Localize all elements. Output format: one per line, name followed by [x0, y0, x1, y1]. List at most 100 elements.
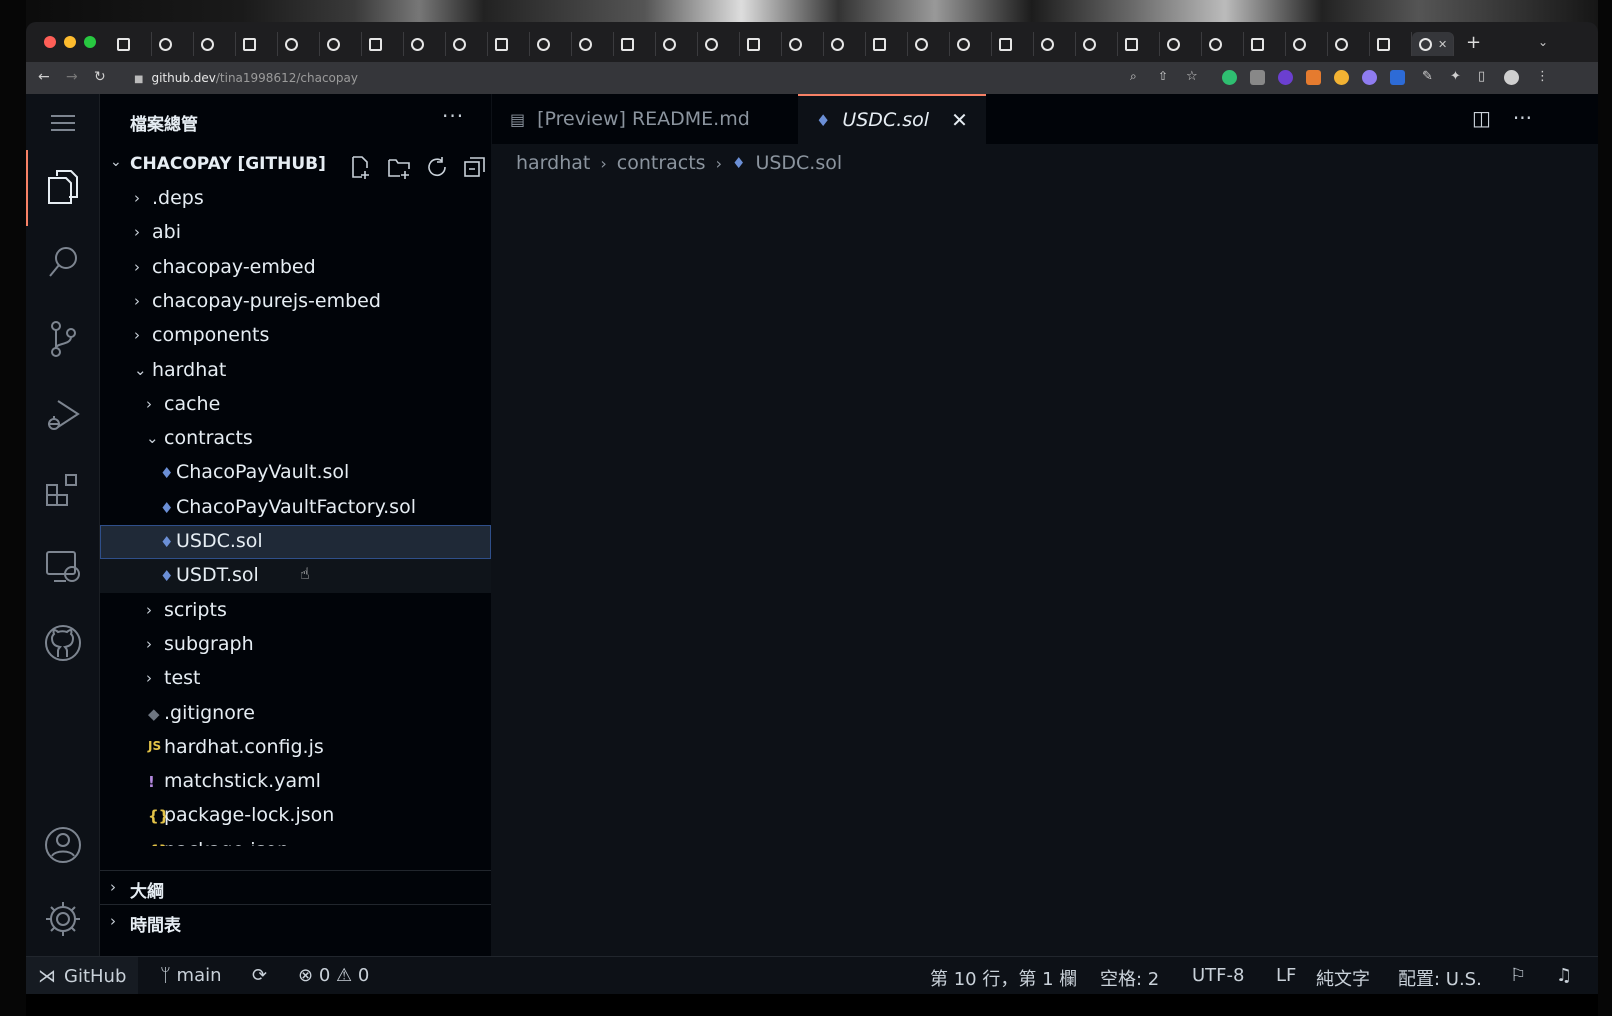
github-icon[interactable]: [26, 614, 100, 672]
outline-section[interactable]: › 大綱: [100, 870, 491, 904]
remote-explorer-icon[interactable]: [26, 538, 100, 596]
close-tab-icon[interactable]: ✕: [951, 108, 968, 132]
breadcrumb-usdc[interactable]: USDC.sol: [755, 152, 842, 174]
breadcrumb-contracts[interactable]: contracts: [617, 152, 706, 174]
browser-tab[interactable]: [1370, 32, 1412, 56]
cursor-position[interactable]: 第 10 行，第 1 欄: [930, 965, 1077, 991]
browser-tab[interactable]: [152, 32, 194, 56]
browser-tab[interactable]: [782, 32, 824, 56]
timeline-section[interactable]: › 時間表: [100, 904, 491, 938]
browser-tab[interactable]: [488, 32, 530, 56]
editor-more-actions-icon[interactable]: ···: [1513, 106, 1532, 130]
extension-camera-icon[interactable]: [1250, 70, 1265, 85]
extensions-puzzle-icon[interactable]: ✦: [1450, 69, 1461, 84]
new-folder-icon[interactable]: [386, 154, 412, 180]
tree-file[interactable]: JS hardhat.config.js: [100, 731, 491, 765]
run-debug-icon[interactable]: [26, 386, 100, 444]
settings-gear-icon[interactable]: [26, 890, 100, 948]
side-panel-icon[interactable]: ▯: [1478, 69, 1485, 84]
keyboard-layout[interactable]: 配置: U.S.: [1398, 965, 1482, 991]
browser-menu-icon[interactable]: ⋮: [1536, 69, 1549, 84]
tree-file[interactable]: {} package-lock.json: [100, 799, 491, 833]
tab-search-icon[interactable]: ⌄: [1538, 35, 1548, 49]
line-ending[interactable]: LF: [1276, 965, 1296, 986]
browser-tab[interactable]: [698, 32, 740, 56]
extension-purple-icon[interactable]: [1278, 70, 1293, 85]
browser-tab[interactable]: [1160, 32, 1202, 56]
back-icon[interactable]: ←: [38, 69, 50, 85]
browser-tab[interactable]: [1076, 32, 1118, 56]
extension-blue-icon[interactable]: [1390, 70, 1405, 85]
browser-tab[interactable]: [908, 32, 950, 56]
minimize-window-button[interactable]: [64, 36, 76, 48]
tree-folder[interactable]: › .deps: [100, 182, 491, 216]
language-mode[interactable]: 純文字: [1316, 965, 1370, 991]
tree-folder[interactable]: › cache: [100, 388, 491, 422]
account-icon[interactable]: [26, 816, 100, 874]
tree-folder[interactable]: ⌄ contracts: [100, 422, 491, 456]
extension-yellow-icon[interactable]: [1334, 70, 1349, 85]
explorer-more-actions-icon[interactable]: ···: [442, 104, 464, 128]
browser-tab[interactable]: [1244, 32, 1286, 56]
menu-icon[interactable]: [26, 94, 100, 152]
browser-tab[interactable]: [740, 32, 782, 56]
tab-readme-preview[interactable]: ▤ [Preview] README.md: [492, 94, 798, 144]
zoom-icon[interactable]: ⌕: [1130, 69, 1137, 84]
browser-tab[interactable]: [278, 32, 320, 56]
tree-folder[interactable]: › abi: [100, 216, 491, 250]
feedback-icon[interactable]: ⚐: [1510, 965, 1526, 986]
split-editor-icon[interactable]: ◫: [1472, 106, 1491, 130]
collapse-all-icon[interactable]: [462, 154, 488, 180]
source-control-icon[interactable]: [26, 310, 100, 368]
browser-tab[interactable]: [824, 32, 866, 56]
breadcrumb-hardhat[interactable]: hardhat: [516, 152, 590, 174]
tree-folder[interactable]: › scripts: [100, 594, 491, 628]
indentation[interactable]: 空格: 2: [1100, 965, 1159, 991]
browser-tab[interactable]: [110, 32, 152, 56]
browser-tab[interactable]: [866, 32, 908, 56]
browser-tab[interactable]: [656, 32, 698, 56]
bookmark-star-icon[interactable]: ☆: [1186, 69, 1198, 84]
forward-icon[interactable]: →: [66, 69, 78, 85]
maximize-window-button[interactable]: [84, 36, 96, 48]
sync-icon[interactable]: ⟳: [252, 965, 267, 986]
search-icon[interactable]: [26, 234, 100, 292]
encoding[interactable]: UTF-8: [1192, 965, 1244, 986]
tree-file[interactable]: ♦ ChacoPayVault.sol: [100, 456, 491, 490]
tree-folder[interactable]: › test: [100, 662, 491, 696]
pen-icon[interactable]: ✎: [1422, 69, 1433, 84]
browser-tab[interactable]: [992, 32, 1034, 56]
browser-tab[interactable]: [1286, 32, 1328, 56]
browser-tab[interactable]: [1118, 32, 1160, 56]
new-file-icon[interactable]: [348, 154, 374, 180]
tree-folder[interactable]: › chacopay-embed: [100, 251, 491, 285]
tree-file[interactable]: ♦ USDT.sol: [100, 559, 491, 594]
remote-indicator[interactable]: ⋊ GitHub: [26, 957, 138, 995]
browser-tab[interactable]: ✕: [1412, 32, 1454, 56]
extension-metamask-icon[interactable]: [1306, 70, 1321, 85]
tree-folder[interactable]: › components: [100, 319, 491, 353]
browser-tab[interactable]: [950, 32, 992, 56]
project-header[interactable]: ⌄ CHACOPAY [GITHUB]: [100, 148, 491, 180]
tree-file[interactable]: ◆ .gitignore: [100, 697, 491, 731]
new-tab-button[interactable]: +: [1466, 32, 1481, 53]
branch-indicator[interactable]: ᛘ main: [160, 965, 222, 986]
browser-tab[interactable]: [362, 32, 404, 56]
extensions-icon[interactable]: [26, 462, 100, 520]
address-bar[interactable]: ■ github.dev/tina1998612/chacopay: [126, 66, 1126, 90]
browser-tab[interactable]: [1202, 32, 1244, 56]
browser-tab[interactable]: [404, 32, 446, 56]
tree-file[interactable]: ♦ ChacoPayVaultFactory.sol: [100, 491, 491, 525]
close-window-button[interactable]: [44, 36, 56, 48]
profile-avatar-icon[interactable]: [1504, 70, 1519, 85]
extension-blob-icon[interactable]: [1362, 70, 1377, 85]
share-icon[interactable]: ⇧: [1158, 69, 1168, 83]
reload-icon[interactable]: ↻: [94, 69, 106, 85]
browser-tab[interactable]: [236, 32, 278, 56]
browser-tab[interactable]: [1034, 32, 1076, 56]
browser-tab[interactable]: [1328, 32, 1370, 56]
problems-indicator[interactable]: ⊗ 0 ⚠ 0: [298, 965, 369, 986]
refresh-icon[interactable]: [424, 154, 450, 180]
tree-file[interactable]: ♦ USDC.sol: [100, 525, 491, 559]
browser-tab[interactable]: [320, 32, 362, 56]
